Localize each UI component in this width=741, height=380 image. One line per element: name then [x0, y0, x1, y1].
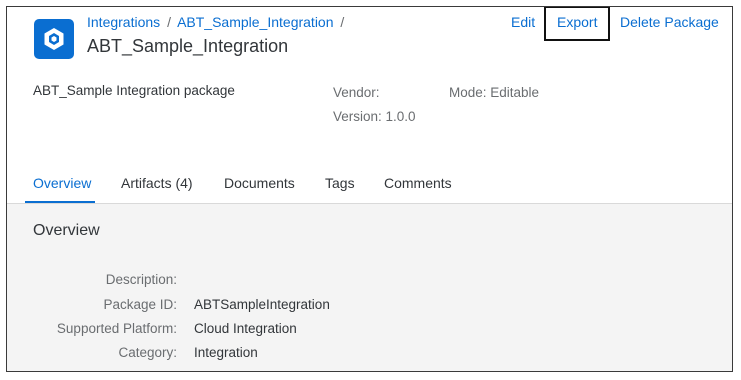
package-description: ABT_Sample Integration package [33, 83, 235, 98]
export-button[interactable]: Export [557, 14, 597, 30]
supported-platform-value: Cloud Integration [194, 321, 297, 336]
category-value: Integration [194, 345, 258, 360]
version-label: Version: 1.0.0 [333, 109, 416, 124]
overview-section: Overview Description: Package ID: ABTSam… [7, 203, 732, 371]
vendor-label: Vendor: [333, 85, 380, 100]
package-page: Integrations / ABT_Sample_Integration / … [6, 6, 733, 372]
breadcrumb-link-integrations[interactable]: Integrations [87, 14, 160, 30]
tab-artifacts[interactable]: Artifacts (4) [121, 175, 193, 191]
section-title: Overview [33, 222, 100, 239]
breadcrumb-link-package[interactable]: ABT_Sample_Integration [177, 14, 333, 30]
mode-label: Mode: Editable [449, 85, 540, 100]
breadcrumb-separator: / [167, 14, 171, 30]
page-title: ABT_Sample_Integration [87, 36, 289, 56]
package-id-label: Package ID: [103, 297, 177, 312]
tab-overview[interactable]: Overview [33, 175, 91, 191]
tab-documents[interactable]: Documents [224, 175, 295, 191]
category-label: Category: [118, 345, 177, 360]
package-icon [34, 19, 74, 59]
tab-tags[interactable]: Tags [325, 175, 355, 191]
breadcrumb-separator: / [340, 14, 345, 30]
breadcrumb: Integrations / ABT_Sample_Integration / [87, 14, 347, 30]
edit-button[interactable]: Edit [511, 14, 535, 30]
supported-platform-label: Supported Platform: [56, 321, 177, 336]
tab-comments[interactable]: Comments [384, 175, 452, 191]
tab-bar: Overview Artifacts (4) Documents Tags Co… [7, 165, 732, 205]
description-label: Description: [105, 272, 177, 287]
package-id-value: ABTSampleIntegration [194, 297, 330, 312]
delete-package-button[interactable]: Delete Package [620, 14, 719, 30]
